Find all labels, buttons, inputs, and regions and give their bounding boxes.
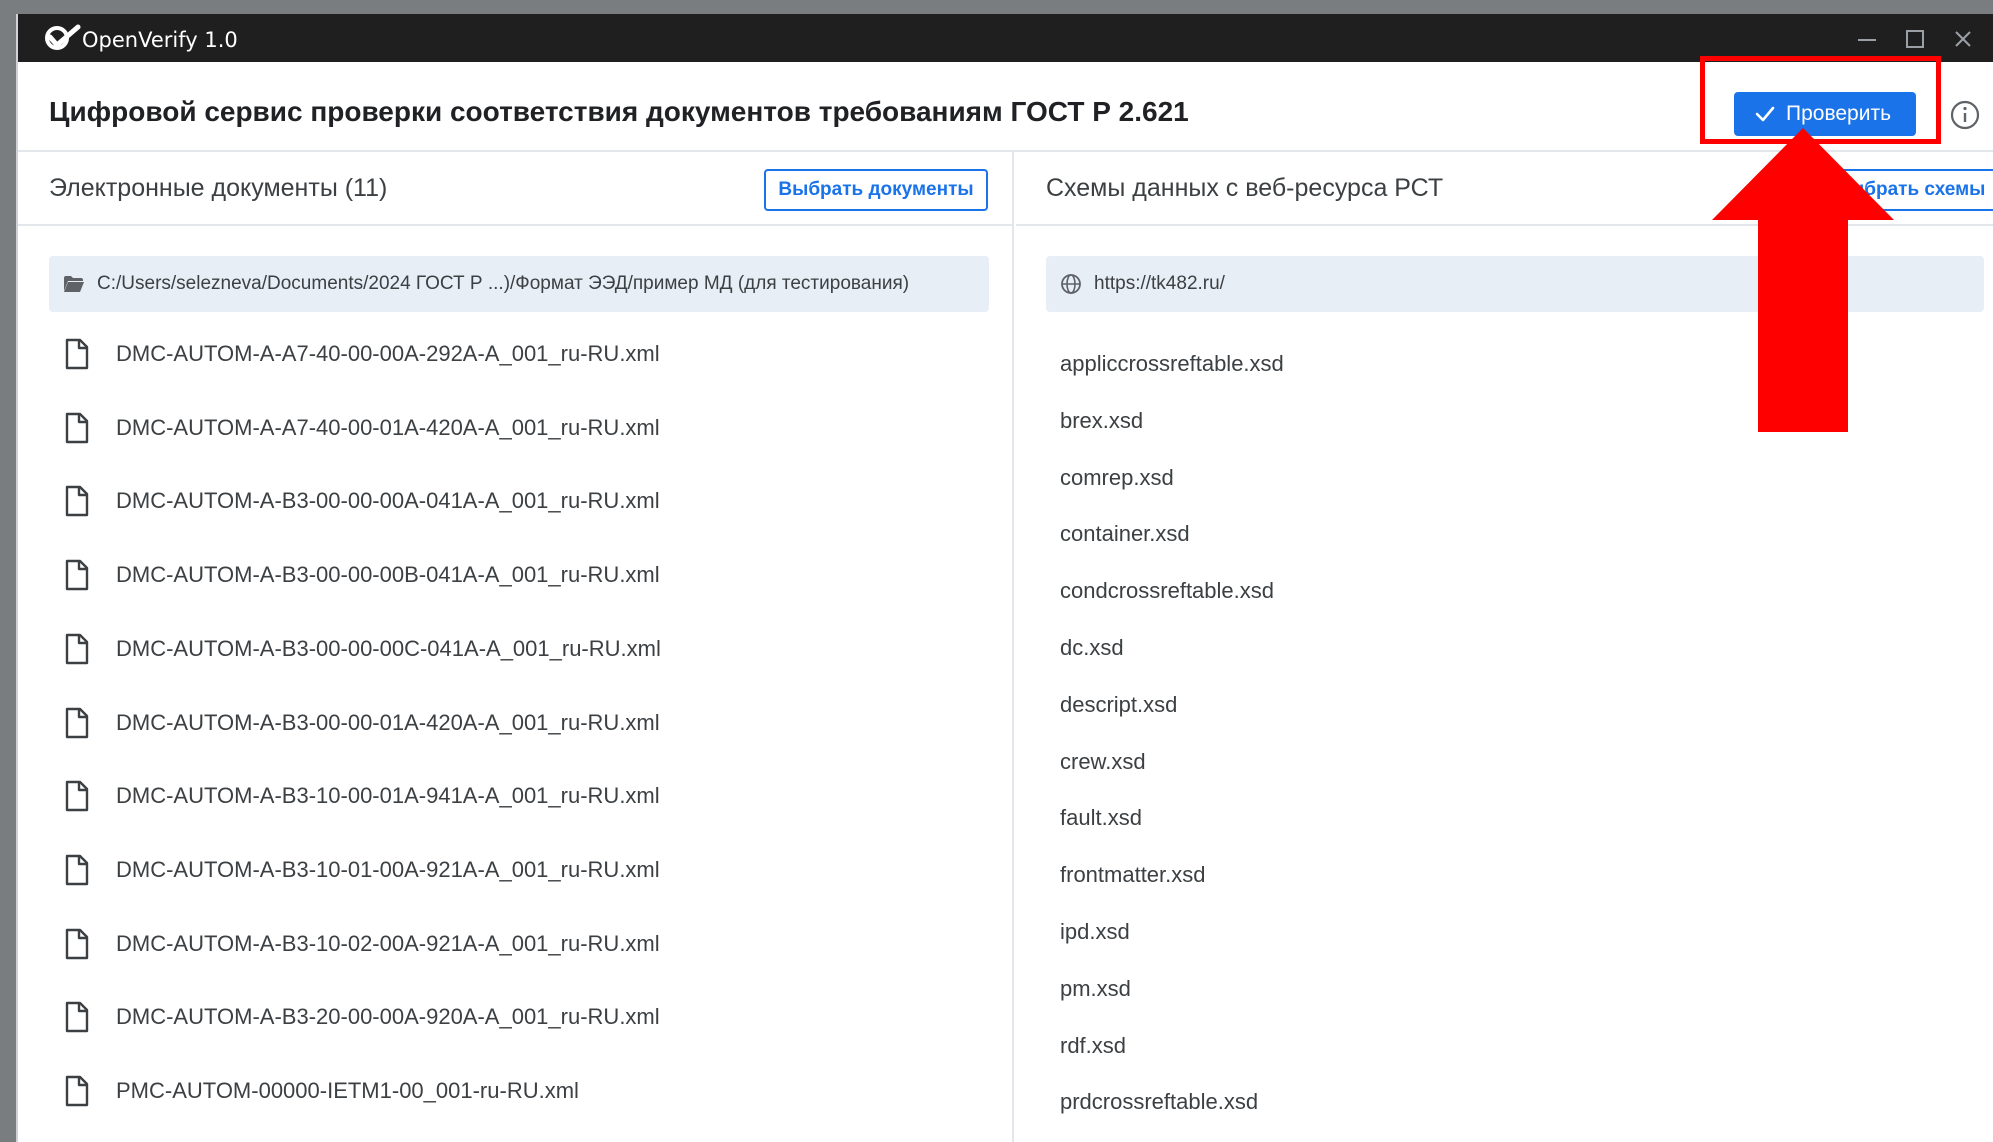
- document-name: DMC-AUTOM-A-B3-00-00-00A-041A-A_001_ru-R…: [116, 488, 660, 514]
- documents-panel: Электронные документы (11) Выбрать докум…: [18, 152, 1014, 1142]
- close-icon[interactable]: [1950, 26, 1976, 52]
- file-icon: [65, 707, 89, 738]
- document-item[interactable]: DMC-AUTOM-A-B3-00-00-01A-420A-A_001_ru-R…: [64, 703, 660, 743]
- page-title: Цифровой сервис проверки соответствия до…: [49, 96, 1189, 127]
- select-schemas-button[interactable]: ыбрать схемы: [1834, 169, 1993, 211]
- document-item[interactable]: DMC-AUTOM-A-B3-00-00-00A-041A-A_001_ru-R…: [64, 481, 660, 521]
- title-bar: OpenVerify 1.0: [18, 14, 1993, 62]
- schema-url: https://tk482.ru/: [1094, 273, 1225, 294]
- document-name: DMC-AUTOM-A-B3-10-01-00A-921A-A_001_ru-R…: [116, 856, 660, 882]
- folder-path: C:/Users/selezneva/Documents/2024 ГОСТ Р…: [97, 273, 910, 294]
- document-name: DMC-AUTOM-A-B3-10-00-01A-941A-A_001_ru-R…: [116, 783, 660, 809]
- document-name: DMC-AUTOM-A-B3-00-00-00C-041A-A_001_ru-R…: [116, 635, 661, 661]
- file-icon: [65, 1075, 89, 1107]
- app-title: OpenVerify 1.0: [82, 28, 238, 52]
- openverify-logo-icon: [45, 24, 81, 50]
- info-icon[interactable]: [1949, 99, 1981, 131]
- file-icon: [65, 854, 89, 886]
- globe-icon: [1061, 274, 1081, 294]
- schema-item[interactable]: rdf.xsd: [1060, 1033, 1126, 1059]
- schema-item[interactable]: fault.xsd: [1060, 805, 1142, 831]
- schema-item[interactable]: prdcrossreftable.xsd: [1060, 1089, 1258, 1115]
- schema-url-bar: https://tk482.ru/: [1046, 256, 1984, 312]
- schema-item[interactable]: frontmatter.xsd: [1060, 862, 1206, 888]
- page-header: Цифровой сервис проверки соответствия до…: [18, 62, 1993, 152]
- checkmark-icon: [1755, 106, 1775, 122]
- schema-item[interactable]: brex.xsd: [1060, 408, 1143, 434]
- document-item[interactable]: DMC-AUTOM-A-B3-10-01-00A-921A-A_001_ru-R…: [64, 850, 660, 890]
- schema-item[interactable]: comrep.xsd: [1060, 465, 1174, 491]
- schema-item[interactable]: pm.xsd: [1060, 976, 1131, 1002]
- file-icon: [65, 633, 89, 664]
- schema-item[interactable]: crew.xsd: [1060, 749, 1146, 775]
- screenshot-stage: OpenVerify 1.0 Цифровой сервис проверки …: [0, 0, 1993, 1142]
- document-name: DMC-AUTOM-A-B3-10-02-00A-921A-A_001_ru-R…: [116, 930, 660, 956]
- document-item[interactable]: DMC-AUTOM-A-B3-20-00-00A-920A-A_001_ru-R…: [64, 997, 660, 1037]
- schema-item[interactable]: appliccrossreftable.xsd: [1060, 351, 1284, 377]
- document-item[interactable]: DMC-AUTOM-A-B3-10-00-01A-941A-A_001_ru-R…: [64, 776, 660, 816]
- document-name: DMC-AUTOM-A-B3-00-00-01A-420A-A_001_ru-R…: [116, 709, 660, 735]
- document-item[interactable]: DMC-AUTOM-A-A7-40-00-00A-292A-A_001_ru-R…: [64, 334, 660, 374]
- document-name: DMC-AUTOM-A-B3-20-00-00A-920A-A_001_ru-R…: [116, 1004, 660, 1030]
- documents-panel-header: Электронные документы (11) Выбрать докум…: [18, 152, 1012, 226]
- schema-item[interactable]: dc.xsd: [1060, 635, 1124, 661]
- file-icon: [65, 1002, 89, 1033]
- document-item[interactable]: DMC-AUTOM-A-B3-00-00-00C-041A-A_001_ru-R…: [64, 629, 661, 669]
- schemas-panel-title: Схемы данных с веб-ресурса РСТ: [1046, 174, 1444, 202]
- schemas-panel-header: Схемы данных с веб-ресурса РСТ ыбрать сх…: [1016, 152, 1993, 226]
- check-button[interactable]: Проверить: [1734, 92, 1916, 136]
- document-name: DMC-AUTOM-A-B3-00-00-00B-041A-A_001_ru-R…: [116, 562, 660, 588]
- file-icon: [65, 780, 89, 812]
- file-icon: [65, 559, 89, 591]
- schema-item[interactable]: ipd.xsd: [1060, 919, 1130, 945]
- schema-item[interactable]: descript.xsd: [1060, 692, 1177, 718]
- check-button-label: Проверить: [1786, 102, 1892, 125]
- document-name: PMC-AUTOM-00000-IETM1-00_001-ru-RU.xml: [116, 1078, 579, 1103]
- document-item[interactable]: DMC-AUTOM-A-A7-40-00-01A-420A-A_001_ru-R…: [64, 408, 660, 448]
- schema-item[interactable]: condcrossreftable.xsd: [1060, 578, 1274, 604]
- document-name: DMC-AUTOM-A-A7-40-00-00A-292A-A_001_ru-R…: [116, 341, 660, 366]
- file-icon: [65, 412, 89, 443]
- document-item[interactable]: DMC-AUTOM-A-B3-00-00-00B-041A-A_001_ru-R…: [64, 555, 660, 595]
- maximize-icon[interactable]: [1902, 26, 1928, 52]
- folder-open-icon: [64, 276, 84, 292]
- documents-panel-title: Электронные документы (11): [49, 174, 388, 202]
- schemas-panel: Схемы данных с веб-ресурса РСТ ыбрать сх…: [1016, 152, 1993, 1142]
- select-documents-button[interactable]: Выбрать документы: [764, 169, 988, 211]
- folder-path-bar: C:/Users/selezneva/Documents/2024 ГОСТ Р…: [49, 256, 989, 312]
- app-window: OpenVerify 1.0 Цифровой сервис проверки …: [16, 14, 1993, 1142]
- document-name: DMC-AUTOM-A-A7-40-00-01A-420A-A_001_ru-R…: [116, 414, 660, 440]
- schema-item[interactable]: container.xsd: [1060, 521, 1190, 547]
- file-icon: [65, 928, 89, 959]
- document-item[interactable]: PMC-AUTOM-00000-IETM1-00_001-ru-RU.xml: [64, 1071, 579, 1111]
- file-icon: [65, 486, 89, 517]
- document-item[interactable]: DMC-AUTOM-A-B3-10-02-00A-921A-A_001_ru-R…: [64, 924, 660, 964]
- minimize-icon[interactable]: [1854, 26, 1880, 52]
- file-icon: [65, 338, 89, 370]
